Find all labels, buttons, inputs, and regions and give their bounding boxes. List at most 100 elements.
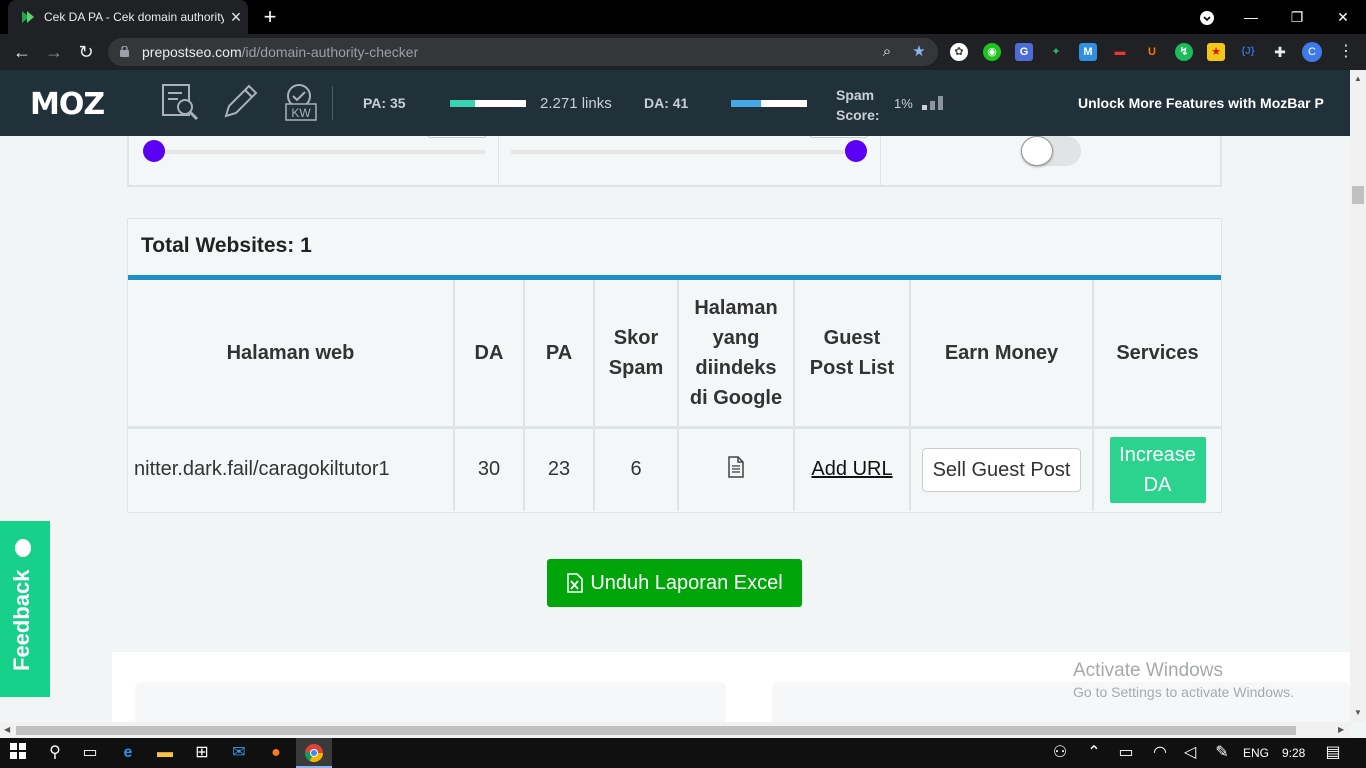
browser-tab-strip: Cek DA PA - Cek domain authority × + — ❐… — [0, 0, 1366, 34]
scroll-left-arrow-icon[interactable]: ◀ — [4, 725, 10, 734]
add-url-link[interactable]: Add URL — [811, 458, 892, 480]
chat-bubble-icon — [15, 539, 32, 558]
address-bar[interactable]: prepostseo.com/id/domain-authority-check… — [108, 38, 938, 66]
pen-workspace-icon[interactable]: ✎ — [1212, 743, 1232, 763]
links-stat: 2.271 links — [540, 95, 612, 112]
pa-stat: PA: 35 — [363, 95, 406, 111]
moz-extension-icon[interactable]: M — [1079, 43, 1097, 61]
tab-search-icon[interactable] — [1184, 0, 1230, 34]
page-analysis-icon[interactable] — [160, 82, 200, 122]
edge-browser-icon[interactable]: e — [118, 743, 138, 763]
zoom-icon[interactable]: ⌕ — [878, 43, 896, 61]
watermark-title: Activate Windows — [1073, 660, 1223, 681]
language-indicator[interactable]: ENG — [1243, 746, 1269, 760]
minimize-button[interactable]: — — [1228, 0, 1274, 34]
horizontal-scroll-thumb[interactable] — [16, 726, 1296, 735]
browser-menu-icon[interactable]: ⋮ — [1334, 40, 1358, 64]
puzzle-extensions-icon[interactable]: ✚ — [1271, 43, 1289, 61]
file-explorer-icon[interactable]: ▬ — [155, 743, 175, 763]
excel-file-icon — [567, 573, 584, 593]
show-hidden-icons-chevron-icon[interactable]: ⌃ — [1084, 743, 1104, 763]
battery-icon[interactable]: ▭ — [1116, 743, 1136, 763]
extension-icon[interactable]: {J} — [1239, 43, 1257, 61]
pa-bar — [450, 100, 526, 107]
people-icon[interactable]: ⚇ — [1050, 743, 1070, 763]
scroll-right-arrow-icon[interactable]: ▶ — [1338, 725, 1344, 734]
col-header-earn: Earn Money — [910, 280, 1094, 429]
scroll-up-arrow-icon[interactable]: ▲ — [1354, 74, 1362, 83]
store-icon[interactable]: ⊞ — [192, 743, 212, 763]
extension-icon[interactable]: ✦ — [1047, 43, 1065, 61]
extension-icon[interactable]: U — [1143, 43, 1161, 61]
da-stat: DA: 41 — [644, 95, 689, 111]
translate-extension-icon[interactable]: G — [1015, 43, 1033, 61]
site-favicon-icon — [20, 9, 36, 25]
new-tab-button[interactable]: + — [258, 4, 282, 30]
extension-icon[interactable]: ↯ — [1175, 43, 1193, 61]
task-view-icon[interactable]: ▭ — [80, 743, 100, 763]
increase-da-button[interactable]: Increase DA — [1109, 436, 1206, 503]
col-header-indexed: Halaman yang diindeks di Google — [678, 280, 795, 429]
spam-score-value: 1% — [894, 96, 913, 111]
filter-toggle-switch[interactable] — [1021, 136, 1081, 166]
activate-windows-watermark: Activate Windows Go to Settings to activ… — [1073, 660, 1294, 700]
tab-title: Cek DA PA - Cek domain authority — [44, 10, 224, 24]
row-services: Increase DA — [1093, 427, 1221, 511]
spam-signal-icon — [922, 96, 943, 110]
extension-icon[interactable]: ▬ — [1111, 43, 1129, 61]
reload-icon[interactable]: ↻ — [74, 40, 98, 64]
maximize-button[interactable]: ❐ — [1274, 0, 1320, 34]
browser-tab[interactable]: Cek DA PA - Cek domain authority × — [8, 0, 248, 34]
da-bar — [731, 100, 807, 107]
mozbar-unlock-link[interactable]: Unlock More Features with MozBar P — [1078, 95, 1324, 111]
forward-arrow-icon[interactable]: → — [42, 40, 66, 64]
slider-handle[interactable] — [845, 140, 867, 162]
row-pa: 23 — [524, 427, 595, 511]
feedback-tab[interactable]: Feedback — [0, 521, 50, 697]
extension-icon[interactable]: ✿ — [950, 43, 968, 61]
row-da: 30 — [454, 427, 525, 511]
row-earn: Sell Guest Post — [910, 427, 1094, 511]
indexed-pages-document-icon[interactable] — [726, 456, 746, 478]
toggle-knob — [1021, 136, 1053, 166]
keyword-tool-icon[interactable]: KW — [282, 82, 322, 122]
feedback-label: Feedback — [9, 569, 34, 672]
vertical-scroll-thumb[interactable] — [1352, 186, 1364, 204]
download-excel-label: Unduh Laporan Excel — [590, 571, 783, 594]
scroll-down-arrow-icon[interactable]: ▼ — [1354, 708, 1362, 717]
tab-close-icon[interactable]: × — [224, 7, 248, 28]
download-excel-button[interactable]: Unduh Laporan Excel — [547, 559, 802, 607]
volume-icon[interactable]: ◁ — [1180, 743, 1200, 763]
back-arrow-icon[interactable]: ← — [10, 40, 34, 64]
chrome-icon — [305, 744, 323, 763]
windows-start-icon[interactable] — [8, 743, 28, 763]
page-content: Total Websites: 1 Halaman web DA PA Skor… — [0, 136, 1350, 722]
col-header-services: Services — [1093, 280, 1221, 429]
chrome-taskbar-button[interactable] — [296, 738, 332, 768]
da-range-filter — [129, 136, 499, 185]
wifi-icon[interactable]: ◠ — [1150, 743, 1170, 763]
notifications-icon[interactable]: ▤ — [1323, 743, 1343, 763]
slider-handle[interactable] — [143, 140, 165, 162]
firefox-icon[interactable]: ● — [266, 743, 286, 763]
clock[interactable]: 9:28 — [1282, 746, 1305, 760]
mail-icon[interactable]: ✉ — [229, 743, 249, 763]
windows-taskbar: ⚲ ▭ e ▬ ⊞ ✉ ● ⚇ ⌃ ▭ ◠ ◁ ✎ ENG 9:28 ▤ — [0, 738, 1366, 768]
sell-guest-post-button[interactable]: Sell Guest Post — [921, 447, 1082, 492]
search-icon[interactable]: ⚲ — [45, 743, 65, 763]
range-input-box[interactable] — [427, 136, 487, 138]
results-title: Total Websites: 1 — [141, 234, 312, 257]
table-row: nitter.dark.fail/caragokiltutor1 30 23 6 — [128, 427, 1221, 511]
highlight-pencil-icon[interactable] — [220, 82, 260, 122]
vertical-scrollbar[interactable] — [1350, 70, 1366, 722]
range-input-box[interactable] — [809, 136, 869, 138]
bookmark-star-icon[interactable]: ★ — [910, 43, 928, 61]
extension-icon[interactable]: ◉ — [983, 43, 1001, 61]
row-url: nitter.dark.fail/caragokiltutor1 — [128, 427, 455, 511]
browser-toolbar: ← → ↻ prepostseo.com/id/domain-authority… — [0, 34, 1366, 70]
extension-icon[interactable]: ★ — [1207, 43, 1225, 61]
table-header-row: Halaman web DA PA Skor Spam Halaman yang… — [128, 280, 1221, 429]
profile-avatar[interactable]: C — [1302, 42, 1322, 62]
col-header-spam: Skor Spam — [594, 280, 679, 429]
close-window-button[interactable]: ✕ — [1320, 0, 1366, 34]
